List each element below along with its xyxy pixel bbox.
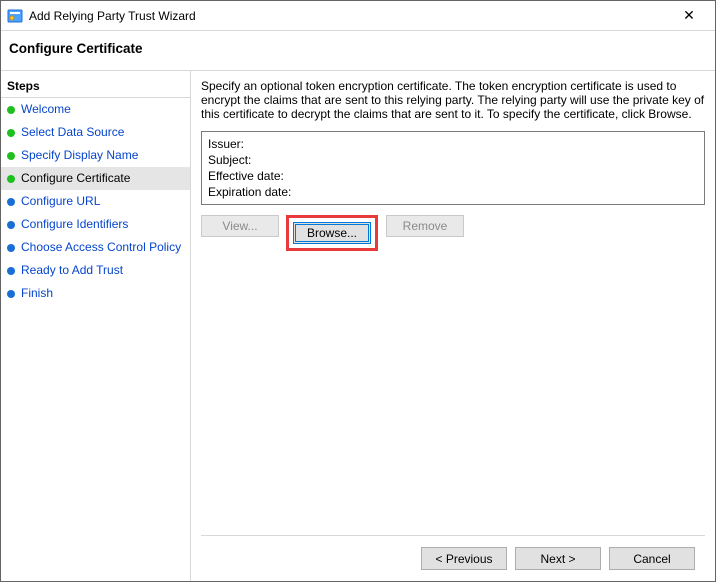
- next-button[interactable]: Next >: [515, 547, 601, 570]
- step-bullet-icon: [7, 152, 15, 160]
- issuer-row: Issuer:: [208, 136, 698, 152]
- step-label: Ready to Add Trust: [21, 263, 123, 278]
- step-label: Configure Identifiers: [21, 217, 128, 232]
- step-label: Specify Display Name: [21, 148, 138, 163]
- effective-date-label: Effective date:: [208, 169, 284, 183]
- issuer-label: Issuer:: [208, 137, 244, 151]
- step-label: Finish: [21, 286, 53, 301]
- view-button: View...: [201, 215, 279, 237]
- step-bullet-icon: [7, 267, 15, 275]
- step-bullet-icon: [7, 129, 15, 137]
- step-label: Select Data Source: [21, 125, 124, 140]
- step-label: Welcome: [21, 102, 71, 117]
- cancel-button[interactable]: Cancel: [609, 547, 695, 570]
- remove-button-label: Remove: [403, 219, 448, 233]
- browse-button[interactable]: Browse...: [293, 222, 371, 244]
- step-configure-certificate[interactable]: Configure Certificate: [1, 167, 190, 190]
- step-bullet-icon: [7, 106, 15, 114]
- step-welcome[interactable]: Welcome: [1, 98, 190, 121]
- previous-button[interactable]: < Previous: [421, 547, 507, 570]
- app-icon: [7, 8, 23, 24]
- content-pane: Specify an optional token encryption cer…: [191, 71, 715, 581]
- step-configure-url[interactable]: Configure URL: [1, 190, 190, 213]
- steps-title: Steps: [1, 75, 190, 98]
- cancel-button-label: Cancel: [633, 552, 670, 566]
- cert-button-row: View... Browse... Remove: [201, 215, 705, 251]
- remove-button: Remove: [386, 215, 464, 237]
- step-label: Choose Access Control Policy: [21, 240, 181, 255]
- close-icon: ✕: [683, 7, 695, 24]
- step-ready-to-add-trust[interactable]: Ready to Add Trust: [1, 259, 190, 282]
- step-bullet-icon: [7, 175, 15, 183]
- browse-highlight: Browse...: [286, 215, 378, 251]
- steps-sidebar: Steps Welcome Select Data Source Specify…: [1, 71, 191, 581]
- view-button-label: View...: [222, 219, 257, 233]
- wizard-window: Add Relying Party Trust Wizard ✕ Configu…: [0, 0, 716, 582]
- expiration-date-label: Expiration date:: [208, 185, 291, 199]
- browse-button-label: Browse...: [307, 226, 357, 240]
- page-header: Configure Certificate: [1, 31, 715, 71]
- step-bullet-icon: [7, 198, 15, 206]
- step-specify-display-name[interactable]: Specify Display Name: [1, 144, 190, 167]
- step-bullet-icon: [7, 244, 15, 252]
- close-button[interactable]: ✕: [669, 2, 709, 30]
- step-finish[interactable]: Finish: [1, 282, 190, 305]
- titlebar: Add Relying Party Trust Wizard ✕: [1, 1, 715, 31]
- window-title: Add Relying Party Trust Wizard: [29, 9, 669, 23]
- subject-row: Subject:: [208, 152, 698, 168]
- step-choose-access-control-policy[interactable]: Choose Access Control Policy: [1, 236, 190, 259]
- subject-label: Subject:: [208, 153, 251, 167]
- previous-button-label: < Previous: [435, 552, 492, 566]
- next-button-label: Next >: [540, 552, 575, 566]
- step-label: Configure URL: [21, 194, 100, 209]
- step-bullet-icon: [7, 221, 15, 229]
- step-bullet-icon: [7, 290, 15, 298]
- page-title: Configure Certificate: [9, 41, 707, 56]
- step-label: Configure Certificate: [21, 171, 130, 186]
- step-configure-identifiers[interactable]: Configure Identifiers: [1, 213, 190, 236]
- expiration-date-row: Expiration date:: [208, 184, 698, 200]
- description-text: Specify an optional token encryption cer…: [201, 79, 705, 121]
- certificate-details-box: Issuer: Subject: Effective date: Expirat…: [201, 131, 705, 205]
- effective-date-row: Effective date:: [208, 168, 698, 184]
- wizard-footer: < Previous Next > Cancel: [201, 535, 705, 581]
- wizard-body: Steps Welcome Select Data Source Specify…: [1, 71, 715, 581]
- content-inner: Specify an optional token encryption cer…: [201, 79, 705, 535]
- step-select-data-source[interactable]: Select Data Source: [1, 121, 190, 144]
